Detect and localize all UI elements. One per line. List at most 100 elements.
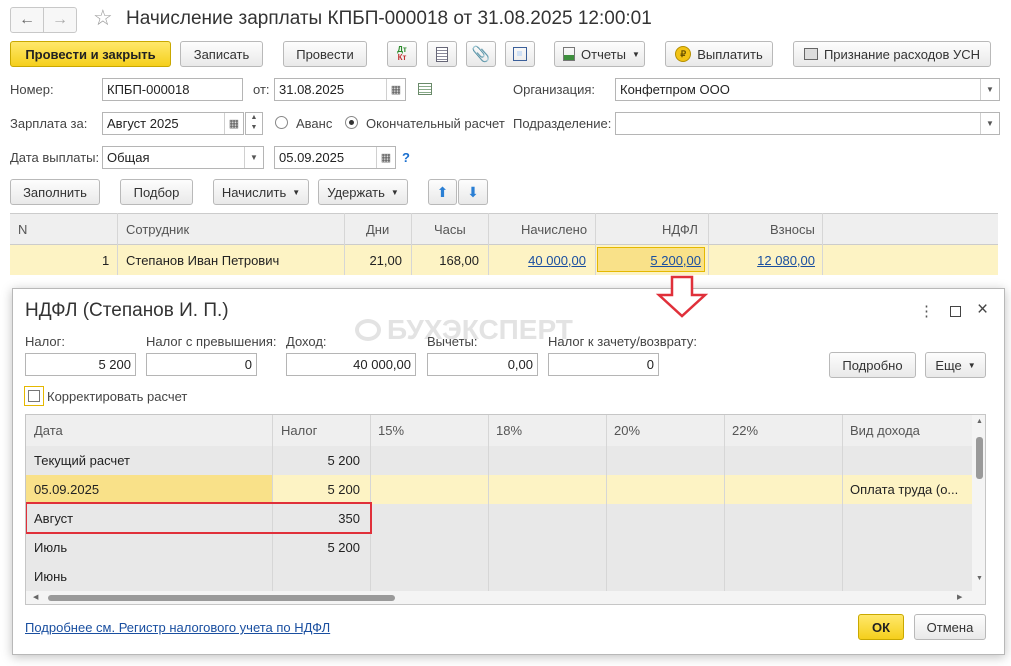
journal-button[interactable] bbox=[427, 41, 457, 67]
stepper-down-icon[interactable]: ▼ bbox=[246, 123, 262, 133]
select-button[interactable]: Подбор bbox=[120, 179, 193, 205]
move-up-button[interactable]: ⬆ bbox=[428, 179, 457, 205]
document-date-field[interactable]: 31.08.2025 ▦ bbox=[274, 78, 406, 101]
col-header-22[interactable]: 22% bbox=[732, 423, 758, 438]
withhold-button[interactable]: Удержать ▼ bbox=[318, 179, 408, 205]
more-button[interactable]: Еще ▼ bbox=[925, 352, 986, 378]
organization-label: Организация: bbox=[513, 82, 596, 97]
row-tax: 5 200 bbox=[327, 540, 360, 555]
more-label: Еще bbox=[935, 357, 962, 373]
offset-tax-field[interactable]: 0 bbox=[548, 353, 659, 376]
favorite-star-icon[interactable]: ☆ bbox=[93, 5, 113, 31]
maximize-icon[interactable] bbox=[950, 306, 961, 317]
department-label: Подразделение: bbox=[513, 116, 612, 131]
col-header-income-type[interactable]: Вид дохода bbox=[850, 423, 920, 438]
col-header-n[interactable]: N bbox=[18, 222, 27, 237]
chevron-down-icon[interactable]: ▼ bbox=[980, 113, 999, 134]
pay-button[interactable]: ₽ Выплатить bbox=[665, 41, 773, 67]
watermark-emblem bbox=[355, 319, 381, 341]
arrow-up-icon: ⬆ bbox=[436, 183, 449, 200]
col-header-days[interactable]: Дни bbox=[366, 222, 389, 237]
row-employee: Степанов Иван Петрович bbox=[126, 253, 280, 268]
red-down-arrow-icon bbox=[655, 275, 709, 318]
chevron-down-icon[interactable]: ▼ bbox=[980, 79, 999, 100]
hierarchy-icon bbox=[513, 47, 527, 61]
stepper-up-icon[interactable]: ▲ bbox=[246, 113, 262, 123]
tax-field[interactable]: 5 200 bbox=[25, 353, 136, 376]
help-icon[interactable]: ? bbox=[402, 150, 410, 165]
horizontal-scrollbar[interactable]: ◀ ▶ bbox=[26, 591, 985, 604]
correct-calculation-checkbox[interactable] bbox=[24, 386, 44, 406]
number-field[interactable]: КПБП-000018 bbox=[102, 78, 243, 101]
col-header-employee[interactable]: Сотрудник bbox=[126, 222, 189, 237]
col-header-date[interactable]: Дата bbox=[34, 423, 63, 438]
usn-label: Признание расходов УСН bbox=[823, 46, 981, 62]
nav-back-button[interactable]: ← bbox=[10, 7, 44, 33]
period-stepper[interactable]: ▲ ▼ bbox=[245, 112, 263, 135]
col-header-18[interactable]: 18% bbox=[496, 423, 522, 438]
vertical-scrollbar[interactable]: ▲ ▼ bbox=[972, 415, 985, 591]
row-contributions-link[interactable]: 12 080,00 bbox=[757, 253, 815, 268]
scroll-down-icon[interactable]: ▼ bbox=[976, 575, 983, 582]
row-date: Июнь bbox=[34, 569, 68, 584]
nav-forward-button[interactable]: → bbox=[43, 7, 77, 33]
usn-expenses-button[interactable]: Признание расходов УСН bbox=[793, 41, 991, 67]
final-settlement-radio[interactable] bbox=[345, 116, 358, 129]
row-accrued-link[interactable]: 40 000,00 bbox=[528, 253, 586, 268]
details-button[interactable]: Подробно bbox=[829, 352, 916, 378]
ok-button[interactable]: ОК bbox=[858, 614, 904, 640]
dropdown-arrow-icon: ▼ bbox=[967, 360, 976, 370]
col-header-accrued[interactable]: Начислено bbox=[521, 222, 587, 237]
excess-tax-field[interactable]: 0 bbox=[146, 353, 257, 376]
col-header-20[interactable]: 20% bbox=[614, 423, 640, 438]
calendar-icon[interactable]: ▦ bbox=[376, 147, 395, 168]
scroll-right-icon[interactable]: ▶ bbox=[957, 593, 962, 601]
salary-period-field[interactable]: Август 2025 ▦ bbox=[102, 112, 244, 135]
withhold-label: Удержать bbox=[327, 184, 385, 200]
organization-field[interactable]: Конфетпром ООО ▼ bbox=[615, 78, 1000, 101]
fill-button[interactable]: Заполнить bbox=[10, 179, 100, 205]
close-icon[interactable]: × bbox=[977, 299, 988, 321]
col-header-contributions[interactable]: Взносы bbox=[770, 222, 815, 237]
advance-radio[interactable] bbox=[275, 116, 288, 129]
col-divider bbox=[488, 415, 489, 591]
dialog-menu-icon[interactable]: ⋮ bbox=[919, 302, 934, 320]
post-button[interactable]: Провести bbox=[283, 41, 367, 67]
accrue-button[interactable]: Начислить ▼ bbox=[213, 179, 309, 205]
table-row[interactable] bbox=[26, 446, 972, 475]
calendar-icon[interactable]: ▦ bbox=[386, 79, 405, 100]
scroll-thumb[interactable] bbox=[48, 595, 395, 601]
table-row[interactable] bbox=[26, 533, 972, 562]
col-header-tax[interactable]: Налог bbox=[281, 423, 317, 438]
save-button[interactable]: Записать bbox=[180, 41, 263, 67]
table-row[interactable] bbox=[26, 562, 972, 591]
department-field[interactable]: ▼ bbox=[615, 112, 1000, 135]
row-ndfl-link[interactable]: 5 200,00 bbox=[650, 253, 701, 268]
pay-type-value: Общая bbox=[107, 150, 150, 165]
pay-date-field[interactable]: 05.09.2025 ▦ bbox=[274, 146, 396, 169]
chevron-down-icon[interactable]: ▼ bbox=[244, 147, 263, 168]
col-header-15[interactable]: 15% bbox=[378, 423, 404, 438]
deductions-field[interactable]: 0,00 bbox=[427, 353, 538, 376]
main-table: N Сотрудник Дни Часы Начислено НДФЛ Взно… bbox=[10, 213, 998, 275]
col-header-hours[interactable]: Часы bbox=[434, 222, 466, 237]
register-link[interactable]: Подробнее см. Регистр налогового учета п… bbox=[25, 620, 330, 635]
structure-button[interactable] bbox=[505, 41, 535, 67]
dtkt-button[interactable]: Дт Кт bbox=[387, 41, 417, 67]
attachments-button[interactable]: 📎 bbox=[466, 41, 496, 67]
register-icon[interactable] bbox=[418, 83, 432, 95]
cancel-button[interactable]: Отмена bbox=[914, 614, 986, 640]
calendar-icon[interactable]: ▦ bbox=[224, 113, 243, 134]
scroll-thumb[interactable] bbox=[976, 437, 983, 479]
income-field[interactable]: 40 000,00 bbox=[286, 353, 416, 376]
scroll-left-icon[interactable]: ◀ bbox=[33, 593, 38, 601]
list-icon bbox=[436, 46, 448, 62]
offset-tax-label: Налог к зачету/возврату: bbox=[548, 334, 698, 349]
pay-type-select[interactable]: Общая ▼ bbox=[102, 146, 264, 169]
col-header-ndfl[interactable]: НДФЛ bbox=[662, 222, 698, 237]
scroll-up-icon[interactable]: ▲ bbox=[976, 418, 983, 425]
move-down-button[interactable]: ⬇ bbox=[458, 179, 488, 205]
from-label: от: bbox=[253, 82, 270, 97]
reports-button[interactable]: Отчеты ▼ bbox=[554, 41, 645, 67]
post-and-close-button[interactable]: Провести и закрыть bbox=[10, 41, 171, 67]
